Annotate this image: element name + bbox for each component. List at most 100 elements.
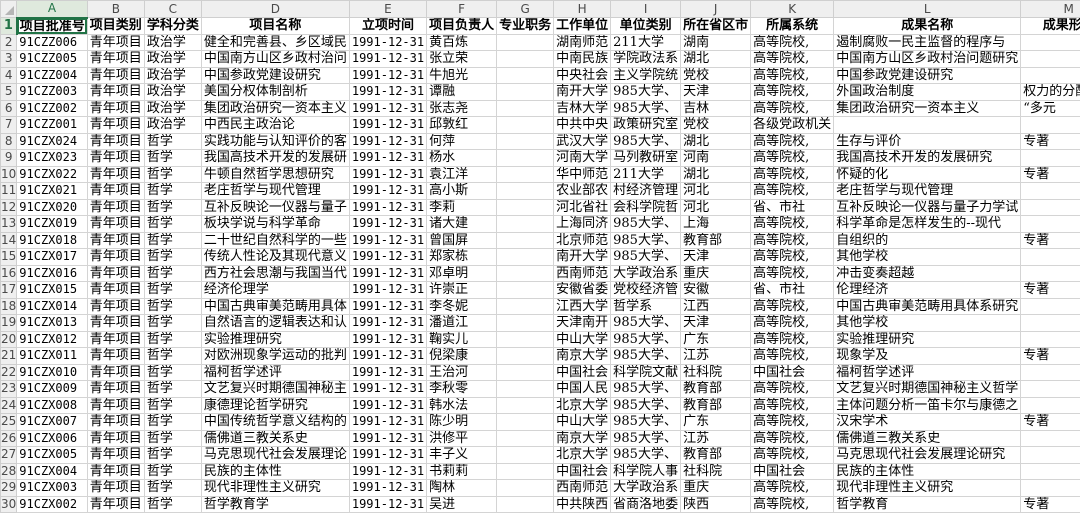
data-cell[interactable]: 91CZX011	[16, 347, 88, 365]
data-cell[interactable]: 哲学	[143, 380, 202, 398]
data-cell[interactable]: 陶林	[426, 479, 498, 497]
data-cell[interactable]	[496, 182, 555, 200]
row-number[interactable]: 6	[0, 99, 18, 117]
data-cell[interactable]: 民族的主体性	[833, 462, 1022, 480]
column-title-cell[interactable]: 项目负责人	[426, 17, 498, 35]
column-header-A[interactable]: A	[16, 0, 88, 19]
data-cell[interactable]	[496, 50, 555, 68]
data-cell[interactable]: 广东	[680, 330, 752, 348]
data-cell[interactable]: 王治河	[426, 363, 498, 381]
data-cell[interactable]: 天津	[680, 248, 752, 266]
data-cell[interactable]	[1020, 198, 1080, 216]
data-cell[interactable]: 吉林大学	[553, 99, 612, 117]
data-cell[interactable]: 康德理论哲学研究	[200, 396, 350, 414]
data-cell[interactable]: 1991-12-31	[348, 429, 428, 447]
data-cell[interactable]: 中国参政党建设研究	[833, 66, 1022, 84]
data-cell[interactable]: 科学革命是怎样发生的--现代	[833, 215, 1022, 233]
data-cell[interactable]: 青年项目	[86, 215, 145, 233]
data-cell[interactable]: 91CZX004	[16, 462, 88, 480]
data-cell[interactable]	[496, 413, 555, 431]
data-cell[interactable]: 哲学	[143, 198, 202, 216]
data-cell[interactable]: 倪梁康	[426, 347, 498, 365]
data-cell[interactable]: 怀疑的化	[833, 165, 1022, 183]
data-cell[interactable]: 91CZX013	[16, 314, 88, 332]
data-cell[interactable]: 91CZX017	[16, 248, 88, 266]
data-cell[interactable]: 青年项目	[86, 479, 145, 497]
data-cell[interactable]: 哲学	[143, 182, 202, 200]
data-cell[interactable]: 1991-12-31	[348, 462, 428, 480]
data-cell[interactable]: 主义学院统	[610, 66, 682, 84]
data-cell[interactable]: 高等院校,	[750, 413, 835, 431]
data-cell[interactable]: 黄百炼	[426, 33, 498, 51]
data-cell[interactable]: 中共中央	[553, 116, 612, 134]
data-cell[interactable]: 吉林	[680, 99, 752, 117]
data-cell[interactable]: 高等院校,	[750, 231, 835, 249]
data-cell[interactable]: 上海同济	[553, 215, 612, 233]
row-number[interactable]: 30	[0, 495, 18, 513]
data-cell[interactable]: 村经济管理	[610, 182, 682, 200]
data-cell[interactable]: 中山大学	[553, 330, 612, 348]
data-cell[interactable]: 哲学	[143, 396, 202, 414]
data-cell[interactable]: 高等院校,	[750, 330, 835, 348]
row-number[interactable]: 28	[0, 462, 18, 480]
data-cell[interactable]: 我国高技术开发的发展研	[200, 149, 350, 167]
data-cell[interactable]: 省、市社	[750, 198, 835, 216]
data-cell[interactable]	[496, 33, 555, 51]
data-cell[interactable]: 书莉莉	[426, 462, 498, 480]
row-number[interactable]: 9	[0, 149, 18, 167]
data-cell[interactable]: 武汉大学	[553, 132, 612, 150]
data-cell[interactable]	[496, 132, 555, 150]
data-cell[interactable]	[496, 363, 555, 381]
data-cell[interactable]: 高等院校,	[750, 495, 835, 513]
data-cell[interactable]: 中国社会	[750, 363, 835, 381]
data-cell[interactable]: 南京大学	[553, 347, 612, 365]
data-cell[interactable]: 冲击变奏超越	[833, 264, 1022, 282]
data-cell[interactable]: 马克思现代社会发展理论	[200, 446, 350, 464]
data-cell[interactable]: 中国南方山区乡政村治问题研究	[833, 50, 1022, 68]
data-cell[interactable]: 高等院校,	[750, 66, 835, 84]
data-cell[interactable]: 985大学、	[610, 231, 682, 249]
data-cell[interactable]: 哲学	[143, 215, 202, 233]
row-number[interactable]: 8	[0, 132, 18, 150]
data-cell[interactable]	[496, 149, 555, 167]
data-cell[interactable]: 北京师范	[553, 231, 612, 249]
row-number[interactable]: 22	[0, 363, 18, 381]
data-cell[interactable]: 高等院校,	[750, 132, 835, 150]
data-cell[interactable]: 河北	[680, 198, 752, 216]
data-cell[interactable]: 学院政法系	[610, 50, 682, 68]
data-cell[interactable]: 中山大学	[553, 413, 612, 431]
data-cell[interactable]: 青年项目	[86, 50, 145, 68]
data-cell[interactable]: 湖南师范	[553, 33, 612, 51]
data-cell[interactable]: 青年项目	[86, 83, 145, 101]
data-cell[interactable]: 华中师范	[553, 165, 612, 183]
data-cell[interactable]: 李秋零	[426, 380, 498, 398]
data-cell[interactable]	[496, 314, 555, 332]
column-title-cell[interactable]: 所在省区市	[680, 17, 752, 35]
data-cell[interactable]: 专著	[1020, 413, 1080, 431]
column-title-cell[interactable]: 立项时间	[348, 17, 428, 35]
data-cell[interactable]: 哲学	[143, 429, 202, 447]
data-cell[interactable]: 985大学、	[610, 347, 682, 365]
data-cell[interactable]: 中国参政党建设研究	[200, 66, 350, 84]
data-cell[interactable]: 诸大建	[426, 215, 498, 233]
data-cell[interactable]: 自然语言的逻辑表达和认	[200, 314, 350, 332]
data-cell[interactable]: 科学院人事	[610, 462, 682, 480]
data-cell[interactable]: 青年项目	[86, 264, 145, 282]
data-cell[interactable]: 91CZX023	[16, 149, 88, 167]
data-cell[interactable]	[1020, 182, 1080, 200]
data-cell[interactable]: 经济伦理学	[200, 281, 350, 299]
data-cell[interactable]: 哲学	[143, 330, 202, 348]
data-cell[interactable]: 青年项目	[86, 165, 145, 183]
data-cell[interactable]: 91CZX016	[16, 264, 88, 282]
data-cell[interactable]: 哲学	[143, 132, 202, 150]
data-cell[interactable]: 张立荣	[426, 50, 498, 68]
data-cell[interactable]: 互补反映论一仪器与量子	[200, 198, 350, 216]
data-cell[interactable]: 我国高技术开发的发展研究	[833, 149, 1022, 167]
data-cell[interactable]	[1020, 363, 1080, 381]
data-cell[interactable]: 1991-12-31	[348, 495, 428, 513]
data-cell[interactable]: 高等院校,	[750, 380, 835, 398]
data-cell[interactable]: 1991-12-31	[348, 83, 428, 101]
select-all-corner[interactable]	[0, 0, 18, 18]
data-cell[interactable]: 985大学、	[610, 132, 682, 150]
data-cell[interactable]: 河南大学	[553, 149, 612, 167]
